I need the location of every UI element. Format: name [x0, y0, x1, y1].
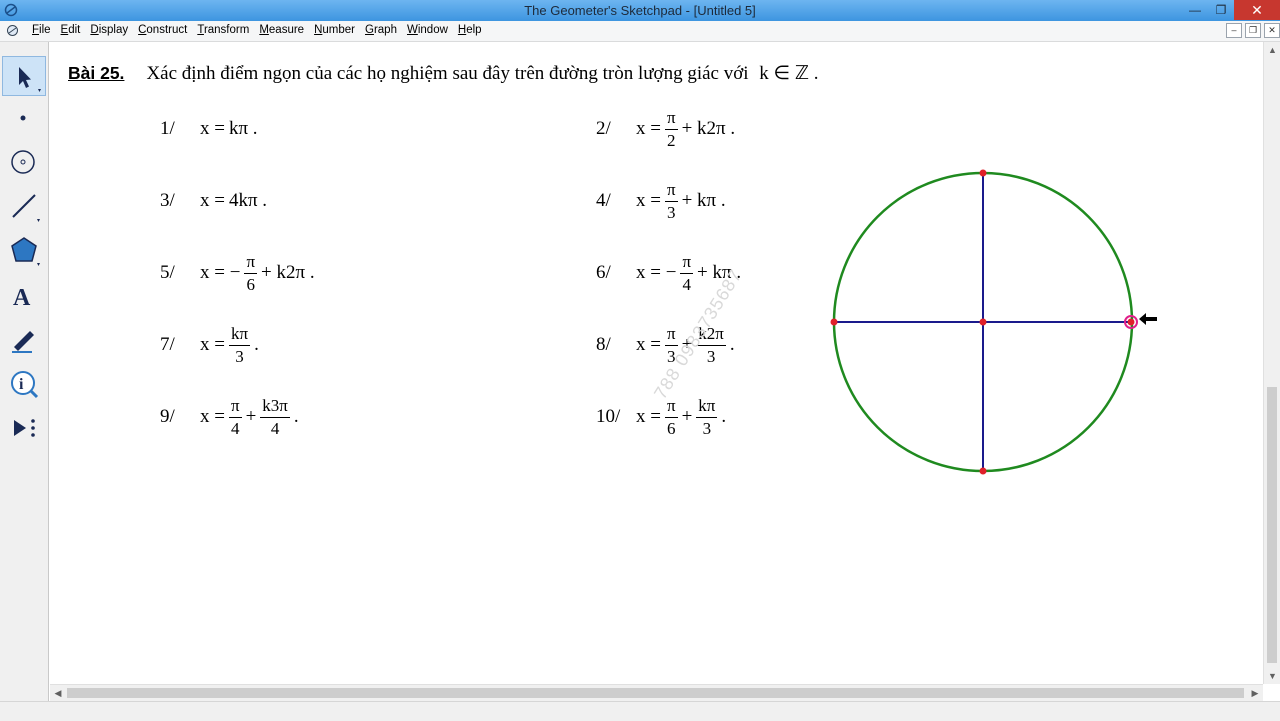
polygon-tool[interactable]: [2, 230, 46, 270]
menu-accelerator: M: [259, 24, 269, 36]
svg-text:i: i: [19, 376, 24, 393]
scroll-right-icon[interactable]: ▶: [1247, 685, 1263, 701]
straightedge-tool-icon: [12, 194, 40, 222]
menu-label: dit: [68, 24, 81, 36]
window-title: The Geometer's Sketchpad - [Untitled 5]: [524, 3, 756, 18]
menu-label: umber: [322, 24, 355, 36]
vertical-scroll-thumb[interactable]: [1267, 387, 1277, 663]
point-tool-icon: [20, 115, 26, 121]
information-tool-icon: i: [11, 371, 39, 399]
arrow-select-tool-icon: [19, 67, 41, 92]
sketch-canvas[interactable]: Bài 25. Xác định điểm ngọn của các họ ngh…: [50, 42, 1263, 684]
menu-label: easure: [268, 24, 305, 36]
doc-minimize-button[interactable]: –: [1226, 23, 1242, 38]
menu-accelerator: H: [457, 24, 467, 36]
bottom-point[interactable]: [979, 467, 987, 475]
document-window-controls: – ❐ ✕: [1226, 23, 1280, 38]
top-point[interactable]: [979, 169, 987, 177]
text-tool[interactable]: A: [2, 275, 46, 315]
status-bar: [0, 701, 1280, 721]
menu-label: raph: [373, 24, 397, 36]
close-button[interactable]: ✕: [1234, 0, 1280, 20]
arrow-select-tool[interactable]: [2, 56, 46, 96]
menu-item-edit[interactable]: Edit: [56, 24, 86, 36]
mouse-cursor-icon: [1139, 313, 1157, 325]
menu-items: File Edit Display Construct Transform Measure…: [27, 24, 487, 36]
menu-item-graph[interactable]: Graph: [360, 24, 402, 36]
marker-tool[interactable]: [2, 319, 46, 359]
menu-item-file[interactable]: File: [27, 24, 56, 36]
menu-label: indow: [417, 24, 448, 36]
menu-label: onstruct: [146, 24, 188, 36]
compass-tool[interactable]: [2, 142, 46, 182]
menu-accelerator: W: [406, 24, 418, 36]
title-bar: The Geometer's Sketchpad - [Untitled 5] …: [0, 0, 1280, 21]
vertical-scrollbar[interactable]: ▲ ▼: [1263, 42, 1280, 684]
menu-accelerator: T: [197, 24, 204, 36]
information-tool[interactable]: i: [2, 364, 46, 404]
custom-tool[interactable]: [2, 408, 46, 448]
horizontal-scrollbar[interactable]: ◀ ▶: [50, 684, 1263, 701]
custom-tool-icon: [14, 419, 35, 437]
scroll-up-icon[interactable]: ▲: [1264, 42, 1280, 58]
menu-accelerator: G: [365, 24, 374, 36]
menu-bar: File Edit Display Construct Transform Measure…: [0, 21, 1280, 42]
scroll-left-icon[interactable]: ◀: [50, 685, 66, 701]
left-point[interactable]: [830, 318, 838, 326]
text-tool-icon: A: [13, 285, 31, 311]
menu-item-window[interactable]: Window: [402, 24, 453, 36]
menu-item-help[interactable]: Help: [453, 24, 487, 36]
point-tool[interactable]: [2, 98, 46, 138]
menu-label: ile: [39, 24, 51, 36]
menu-label: isplay: [98, 24, 129, 36]
menu-item-transform[interactable]: Transform: [192, 24, 254, 36]
menu-label: elp: [466, 24, 482, 36]
straightedge-tool[interactable]: [2, 186, 46, 226]
menu-item-measure[interactable]: Measure: [254, 24, 309, 36]
marker-tool-icon: [12, 331, 34, 353]
menu-item-display[interactable]: Display: [85, 24, 133, 36]
document-icon[interactable]: [6, 24, 19, 37]
restore-button[interactable]: ❐: [1208, 0, 1234, 20]
menu-accelerator: D: [90, 24, 99, 36]
menu-item-number[interactable]: Number: [309, 24, 360, 36]
center-point[interactable]: [979, 318, 987, 326]
right-point[interactable]: [1127, 318, 1135, 326]
toolbox: A i: [0, 42, 49, 702]
svg-text:A: A: [13, 285, 31, 311]
menu-item-construct[interactable]: Construct: [133, 24, 192, 36]
scroll-down-icon[interactable]: ▼: [1264, 668, 1280, 684]
unit-circle-figure: [830, 169, 1157, 475]
horizontal-scroll-thumb[interactable]: [67, 688, 1244, 698]
polygon-tool-icon: [11, 237, 40, 266]
doc-close-button[interactable]: ✕: [1264, 23, 1280, 38]
menu-label: ransform: [203, 24, 250, 36]
menu-accelerator: F: [32, 24, 40, 36]
doc-restore-button[interactable]: ❐: [1245, 23, 1261, 38]
minimize-button[interactable]: —: [1182, 0, 1208, 20]
compass-tool-icon: [11, 150, 35, 174]
